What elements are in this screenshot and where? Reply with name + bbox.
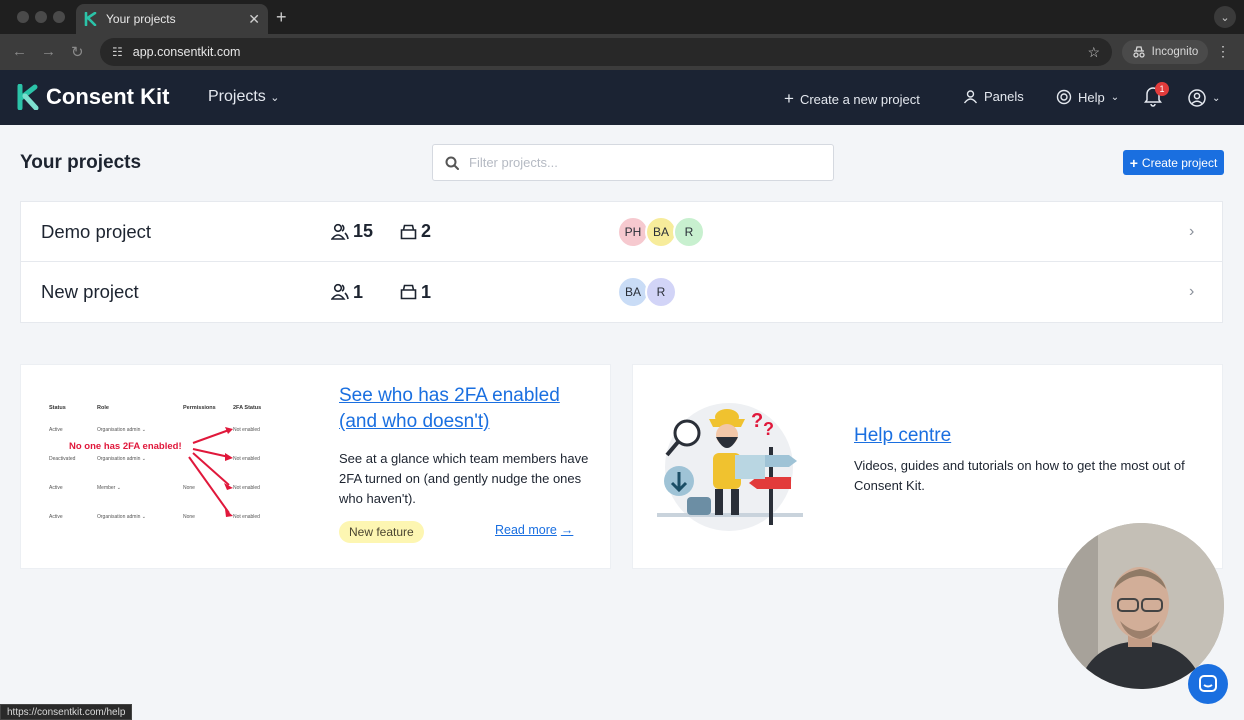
avatar: R: [645, 276, 677, 308]
new-tab-button[interactable]: +: [276, 7, 287, 28]
arrow-right-icon: →: [560, 523, 574, 537]
avatar: R: [673, 215, 705, 248]
2fa-table-preview: Status Role Permissions 2FA Status Activ…: [43, 399, 311, 529]
window-close-dot[interactable]: [17, 11, 29, 23]
read-more-link[interactable]: Read more →: [495, 523, 573, 537]
help-centre-title-link[interactable]: Help centre: [854, 423, 951, 449]
back-icon[interactable]: ←: [12, 43, 27, 60]
projects-menu[interactable]: Projects ⌄: [208, 88, 279, 106]
plus-icon: +: [1129, 154, 1138, 171]
browser-toolbar: ← → ↻ ☷ app.consentkit.com ☆ Incognito ⋮: [0, 34, 1244, 70]
svg-text:?: ?: [763, 419, 774, 439]
read-more-label: Read more: [495, 523, 557, 537]
panel-box-icon: [400, 284, 417, 300]
page-content: Your projects + Create project Demo proj…: [0, 125, 1244, 720]
chevron-right-icon[interactable]: ›: [1189, 283, 1194, 301]
notifications-button[interactable]: 1: [1144, 82, 1169, 112]
project-row[interactable]: New project 1 1 BA R ›: [21, 262, 1222, 322]
window-minimize-dot[interactable]: [35, 11, 47, 23]
panel-count-value: 2: [421, 221, 432, 241]
project-name[interactable]: Demo project: [41, 221, 151, 243]
tab-title: Your projects: [106, 12, 176, 26]
member-count: 1: [331, 282, 363, 303]
preview-callout: No one has 2FA enabled!: [69, 441, 182, 452]
site-info-icon[interactable]: ☷: [112, 45, 123, 59]
app-header: Consent Kit Projects ⌄ + Create a new pr…: [0, 70, 1244, 125]
projects-menu-label: Projects: [208, 88, 266, 105]
presenter-video-icon: [1058, 523, 1224, 689]
feature-card-2fa: Status Role Permissions 2FA Status Activ…: [20, 364, 611, 569]
member-count: 15: [331, 221, 373, 242]
browser-menu-icon[interactable]: ⋮: [1216, 43, 1230, 60]
panel-count-value: 1: [421, 281, 432, 302]
consentkit-favicon-icon: [84, 12, 97, 26]
filter-projects-field[interactable]: [432, 144, 834, 181]
explorer-illustration-icon: ? ?: [657, 403, 803, 531]
brand-name: Consent Kit: [46, 84, 170, 109]
chat-icon: [1199, 675, 1217, 692]
lifebuoy-icon: [1056, 89, 1072, 105]
chat-widget-button[interactable]: [1188, 664, 1228, 704]
webcam-overlay: [1058, 523, 1224, 689]
members-icon: [331, 283, 349, 300]
member-avatars: PH BA R: [617, 215, 705, 248]
help-menu[interactable]: Help ⌄: [1056, 89, 1119, 105]
tab-close-icon[interactable]: ✕: [248, 11, 260, 28]
consentkit-logo-icon: [17, 84, 39, 110]
notification-badge: 1: [1155, 82, 1169, 96]
tab-search-icon[interactable]: ⌄: [1214, 6, 1236, 28]
incognito-indicator[interactable]: Incognito: [1122, 40, 1208, 64]
svg-text:?: ?: [751, 410, 763, 432]
project-list: Demo project 15 2 PH BA R › New project …: [20, 201, 1223, 323]
help-centre-description: Videos, guides and tutorials on how to g…: [854, 458, 1185, 493]
account-menu[interactable]: ⌄: [1188, 89, 1220, 107]
search-icon: [445, 156, 459, 170]
panel-box-icon: [400, 224, 417, 239]
project-name[interactable]: New project: [41, 281, 139, 303]
chevron-down-icon: ⌄: [1110, 91, 1120, 103]
members-icon: [331, 223, 349, 240]
member-count-value: 1: [353, 281, 364, 302]
panel-count: 1: [400, 282, 431, 303]
create-new-project-label: Create a new project: [799, 91, 920, 107]
window-zoom-dot[interactable]: [53, 11, 65, 23]
create-project-button[interactable]: + Create project: [1123, 150, 1224, 175]
member-avatars: BA R: [617, 276, 677, 308]
feature-card-description: See at a glance which team members have …: [339, 451, 589, 506]
browser-tab[interactable]: Your projects ✕: [76, 4, 268, 34]
filter-projects-input[interactable]: [469, 155, 821, 170]
chevron-right-icon[interactable]: ›: [1189, 223, 1194, 241]
incognito-label: Incognito: [1151, 46, 1199, 58]
page-title: Your projects: [20, 152, 142, 173]
member-count-value: 15: [353, 221, 374, 241]
create-project-label: Create project: [1141, 155, 1218, 170]
feature-card-title-link[interactable]: See who has 2FA enabled (and who doesn't…: [339, 383, 589, 435]
brand-logo[interactable]: Consent Kit: [16, 84, 169, 110]
browser-tabstrip: Your projects ✕ + ⌄: [0, 0, 1244, 34]
plus-icon: +: [784, 89, 794, 108]
help-label: Help: [1078, 89, 1105, 105]
link-status-bar: https://consentkit.com/help: [0, 704, 133, 720]
panels-label: Panels: [984, 89, 1024, 104]
chevron-down-icon: ⌄: [270, 92, 280, 104]
new-feature-badge: New feature: [339, 521, 424, 543]
bookmark-star-icon[interactable]: ☆: [1087, 44, 1100, 61]
panel-count: 2: [400, 221, 431, 242]
project-row[interactable]: Demo project 15 2 PH BA R ›: [21, 202, 1222, 262]
chevron-down-icon: ⌄: [1212, 92, 1221, 104]
panels-link[interactable]: Panels: [963, 89, 1024, 104]
user-circle-icon: [1188, 89, 1206, 107]
url-text[interactable]: app.consentkit.com: [133, 45, 1088, 59]
address-bar[interactable]: ☷ app.consentkit.com ☆: [100, 38, 1112, 66]
forward-icon[interactable]: →: [41, 43, 56, 60]
callout-arrows-icon: [188, 427, 233, 517]
panels-icon: [963, 89, 978, 103]
reload-icon[interactable]: ↻: [71, 43, 84, 61]
incognito-icon: [1133, 46, 1145, 58]
create-new-project-link[interactable]: + Create a new project: [784, 89, 920, 109]
